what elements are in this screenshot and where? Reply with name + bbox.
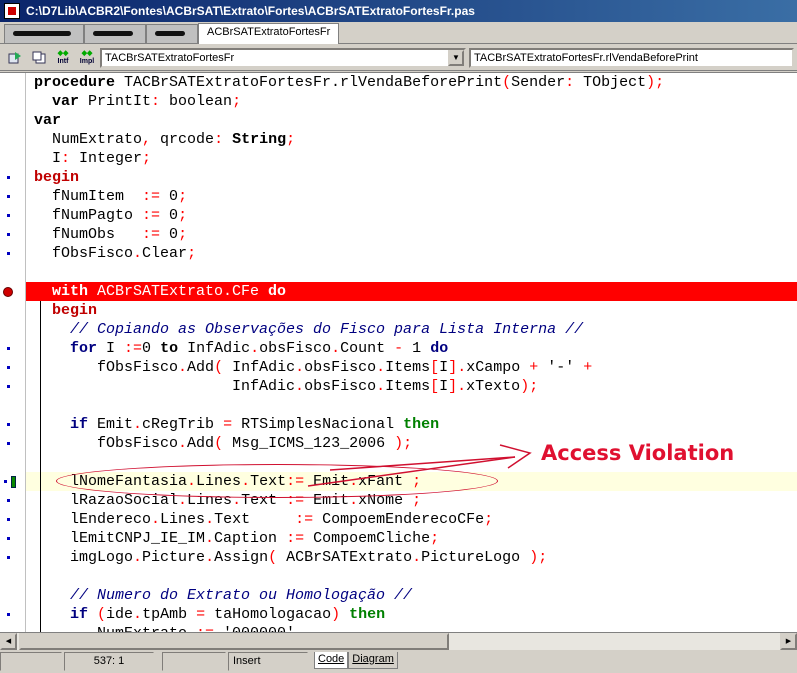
tab-redacted-3[interactable]: [146, 24, 198, 43]
class-combo-value: TACBrSATExtratoFortesFr: [105, 51, 235, 64]
code-editor[interactable]: procedure TACBrSATExtratoFortesFr.rlVend…: [0, 72, 797, 635]
cursor-position: 537: 1: [64, 652, 154, 671]
scroll-left-icon[interactable]: ◀: [0, 632, 17, 650]
interface-icon: ◆◆ Intf: [57, 49, 69, 65]
back-button[interactable]: [4, 46, 26, 69]
status-empty-panel: [162, 652, 226, 671]
status-bar: 537: 1 Insert Code Diagram: [0, 650, 797, 673]
delphi-app-icon: [4, 3, 20, 19]
scroll-thumb[interactable]: [19, 632, 449, 650]
navigate-forward-icon: [32, 51, 46, 63]
implementation-icon: ◆◆ Impl: [79, 49, 95, 65]
redaction-mark: [13, 30, 71, 36]
navigate-back-icon: [8, 51, 21, 63]
horizontal-scrollbar[interactable]: ◀ ▶: [0, 632, 797, 650]
scroll-track[interactable]: [17, 632, 780, 650]
scroll-right-icon[interactable]: ▶: [780, 632, 797, 650]
implementation-button[interactable]: ◆◆ Impl: [76, 46, 98, 69]
tab-code[interactable]: Code: [314, 652, 349, 669]
tab-diagram[interactable]: Diagram: [348, 652, 398, 669]
tab-redacted-2[interactable]: [84, 24, 146, 43]
insert-mode: Insert: [228, 652, 308, 671]
redaction-mark: [155, 30, 185, 36]
window-title: C:\D7Lib\ACBR2\Fontes\ACBrSAT\Extrato\Fo…: [26, 4, 475, 18]
tab-redacted-1[interactable]: [4, 24, 84, 43]
forward-button[interactable]: [28, 46, 50, 69]
status-modified-panel: [0, 652, 62, 671]
tab-acbrsatextratofortesfr[interactable]: ACBrSATExtratoFortesFr: [198, 23, 340, 44]
chevron-down-icon[interactable]: ▼: [448, 49, 464, 66]
editor-toolbar: ◆◆ Intf ◆◆ Impl TACBrSATExtratoFortesFr ▼ …: [0, 45, 797, 71]
interface-button[interactable]: ◆◆ Intf: [52, 46, 74, 69]
method-combo[interactable]: TACBrSATExtratoFortesFr.rlVendaBeforePri…: [469, 47, 794, 68]
view-tabs: Code Diagram: [314, 652, 398, 671]
method-combo-value: TACBrSATExtratoFortesFr.rlVendaBeforePri…: [474, 51, 698, 64]
editor-tab-bar: ACBrSATExtratoFortesFr: [0, 22, 797, 44]
annotation-arrow-icon: [307, 444, 532, 487]
redaction-mark: [93, 30, 133, 36]
class-combo[interactable]: TACBrSATExtratoFortesFr ▼: [100, 47, 466, 68]
title-bar: C:\D7Lib\ACBR2\Fontes\ACBrSAT\Extrato\Fo…: [0, 0, 797, 22]
access-violation-label: Access Violation: [541, 441, 735, 465]
